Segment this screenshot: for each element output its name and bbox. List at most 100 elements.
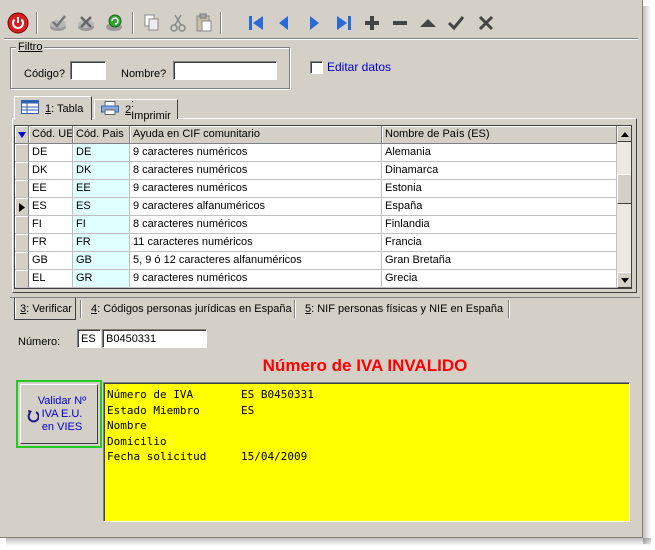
- column-header-cod-ue[interactable]: Cód. UE: [29, 126, 73, 144]
- insert-record-icon[interactable]: [360, 11, 384, 35]
- table-row[interactable]: GB GB 5, 9 ó 12 caracteres alfanuméricos Gr…: [15, 252, 617, 270]
- tab-tabla[interactable]: 1: Tabla: [14, 96, 92, 120]
- cell-cod-ue[interactable]: DE: [29, 144, 73, 162]
- header-indicator[interactable]: [15, 126, 29, 144]
- cell-cod-ue[interactable]: FI: [29, 216, 73, 234]
- cell-cod-pais[interactable]: DK: [73, 162, 130, 180]
- result-value: 15/04/2009: [241, 450, 308, 463]
- cell-nombre[interactable]: Francia: [382, 234, 617, 252]
- row-indicator[interactable]: [15, 144, 29, 162]
- validate-button-text: Validar Nº IVA E.U. en VIES: [38, 395, 86, 434]
- codigo-input[interactable]: [70, 61, 106, 80]
- copy-icon[interactable]: [140, 11, 164, 35]
- editar-datos-label[interactable]: Editar datos: [327, 60, 391, 74]
- editar-datos-checkbox[interactable]: [310, 61, 323, 74]
- table-row[interactable]: FI FI 8 caracteres numéricos Finlandia: [15, 216, 617, 234]
- numero-label: Número:: [18, 336, 61, 348]
- table-row[interactable]: EL GR 9 caracteres numéricos Grecia: [15, 270, 617, 288]
- cell-cod-ue[interactable]: EL: [29, 270, 73, 288]
- result-value: ES B0450331: [241, 388, 314, 401]
- cell-ayuda[interactable]: 9 caracteres numéricos: [130, 144, 382, 162]
- toolbar: [4, 8, 638, 40]
- window-shadow-bottom: [6, 538, 651, 546]
- numero-input[interactable]: [102, 329, 207, 348]
- paste-icon[interactable]: [192, 11, 216, 35]
- scroll-up-button[interactable]: [617, 126, 631, 142]
- cell-cod-ue[interactable]: GB: [29, 252, 73, 270]
- validate-line-1: Validar Nº: [37, 394, 87, 407]
- cell-cod-pais[interactable]: DE: [73, 144, 130, 162]
- cell-cod-ue[interactable]: ES: [29, 198, 73, 216]
- cell-cod-ue[interactable]: FR: [29, 234, 73, 252]
- numero-prefix-input[interactable]: [77, 329, 101, 348]
- scroll-thumb[interactable]: [617, 174, 631, 204]
- cell-nombre[interactable]: Estonia: [382, 180, 617, 198]
- row-indicator[interactable]: [15, 270, 29, 288]
- result-line: Domicilio: [107, 434, 626, 450]
- cell-nombre[interactable]: Finlandia: [382, 216, 617, 234]
- table-row[interactable]: DK DK 8 caracteres numéricos Dinamarca: [15, 162, 617, 180]
- cell-nombre[interactable]: España: [382, 198, 617, 216]
- table-row[interactable]: DE DE 9 caracteres numéricos Alemania: [15, 144, 617, 162]
- table-row[interactable]: FR FR 11 caracteres numéricos Francia: [15, 234, 617, 252]
- tab-nif[interactable]: 5: NIF personas físicas y NIE en España: [300, 298, 508, 320]
- edit-record-icon[interactable]: [416, 11, 440, 35]
- cell-ayuda[interactable]: 9 caracteres numéricos: [130, 270, 382, 288]
- delete-record-icon[interactable]: [388, 11, 412, 35]
- cell-cod-pais[interactable]: FR: [73, 234, 130, 252]
- row-indicator[interactable]: [15, 252, 29, 270]
- first-record-icon[interactable]: [244, 11, 268, 35]
- cell-cod-ue[interactable]: EE: [29, 180, 73, 198]
- row-indicator[interactable]: [15, 162, 29, 180]
- check-stack-icon[interactable]: [46, 11, 70, 35]
- cell-ayuda[interactable]: 8 caracteres numéricos: [130, 162, 382, 180]
- cell-nombre[interactable]: Grecia: [382, 270, 617, 288]
- status-title: Número de IVA INVALIDO: [262, 356, 468, 375]
- nombre-input[interactable]: [173, 61, 277, 80]
- result-value: ES: [241, 403, 255, 417]
- cell-ayuda[interactable]: 5, 9 ó 12 caracteres alfanuméricos: [130, 252, 382, 270]
- cell-nombre[interactable]: Gran Bretaña: [382, 252, 617, 270]
- cell-ayuda[interactable]: 8 caracteres numéricos: [130, 216, 382, 234]
- row-indicator[interactable]: [15, 198, 29, 216]
- countries-table[interactable]: Cód. UE Cód. Pais Ayuda en CIF comunitar…: [14, 125, 632, 289]
- column-header-ayuda[interactable]: Ayuda en CIF comunitario: [130, 126, 382, 144]
- tab-verificar[interactable]: 3: Verificar: [14, 298, 76, 320]
- cell-cod-pais[interactable]: GB: [73, 252, 130, 270]
- column-header-nombre[interactable]: Nombre de País (ES): [382, 126, 617, 144]
- cell-cod-pais[interactable]: FI: [73, 216, 130, 234]
- cell-ayuda[interactable]: 11 caracteres numéricos: [130, 234, 382, 252]
- cell-cod-ue[interactable]: DK: [29, 162, 73, 180]
- result-key: Fecha solicitud: [107, 450, 207, 463]
- result-key: Número de IVA: [107, 388, 194, 401]
- cell-nombre[interactable]: Alemania: [382, 144, 617, 162]
- tab-juridicas[interactable]: 4: Códigos personas jurídicas en España: [86, 298, 297, 320]
- table-row[interactable]: EE EE 9 caracteres numéricos Estonia: [15, 180, 617, 198]
- result-line: Fecha solicitud 15/04/2009: [107, 449, 626, 465]
- validate-vies-button[interactable]: Validar Nº IVA E.U. en VIES: [20, 384, 98, 444]
- post-record-icon[interactable]: [444, 11, 468, 35]
- cancel-record-icon[interactable]: [474, 11, 498, 35]
- row-indicator[interactable]: [15, 234, 29, 252]
- next-record-icon[interactable]: [302, 11, 326, 35]
- tab-imprimir[interactable]: 2: Imprimir: [94, 98, 178, 122]
- cell-cod-pais[interactable]: EE: [73, 180, 130, 198]
- row-indicator[interactable]: [15, 216, 29, 234]
- table-row[interactable]: ES ES 9 caracteres alfanuméricos España: [15, 198, 617, 216]
- column-header-cod-pais[interactable]: Cód. Pais: [73, 126, 130, 144]
- row-indicator[interactable]: [15, 180, 29, 198]
- cell-ayuda[interactable]: 9 caracteres numéricos: [130, 180, 382, 198]
- cell-nombre[interactable]: Dinamarca: [382, 162, 617, 180]
- cell-cod-pais[interactable]: ES: [73, 198, 130, 216]
- refresh-icon[interactable]: [102, 11, 126, 35]
- scroll-down-button[interactable]: [617, 272, 631, 288]
- cell-ayuda[interactable]: 9 caracteres alfanuméricos: [130, 198, 382, 216]
- last-record-icon[interactable]: [332, 11, 356, 35]
- result-memo[interactable]: Número de IVA ES B0450331 Estado Miembro ES…: [103, 382, 630, 522]
- delete-stack-icon[interactable]: [74, 11, 98, 35]
- table-scrollbar[interactable]: [617, 126, 631, 288]
- cell-cod-pais[interactable]: GR: [73, 270, 130, 288]
- power-icon[interactable]: [6, 11, 30, 35]
- cut-icon[interactable]: [166, 11, 190, 35]
- prior-record-icon[interactable]: [272, 11, 296, 35]
